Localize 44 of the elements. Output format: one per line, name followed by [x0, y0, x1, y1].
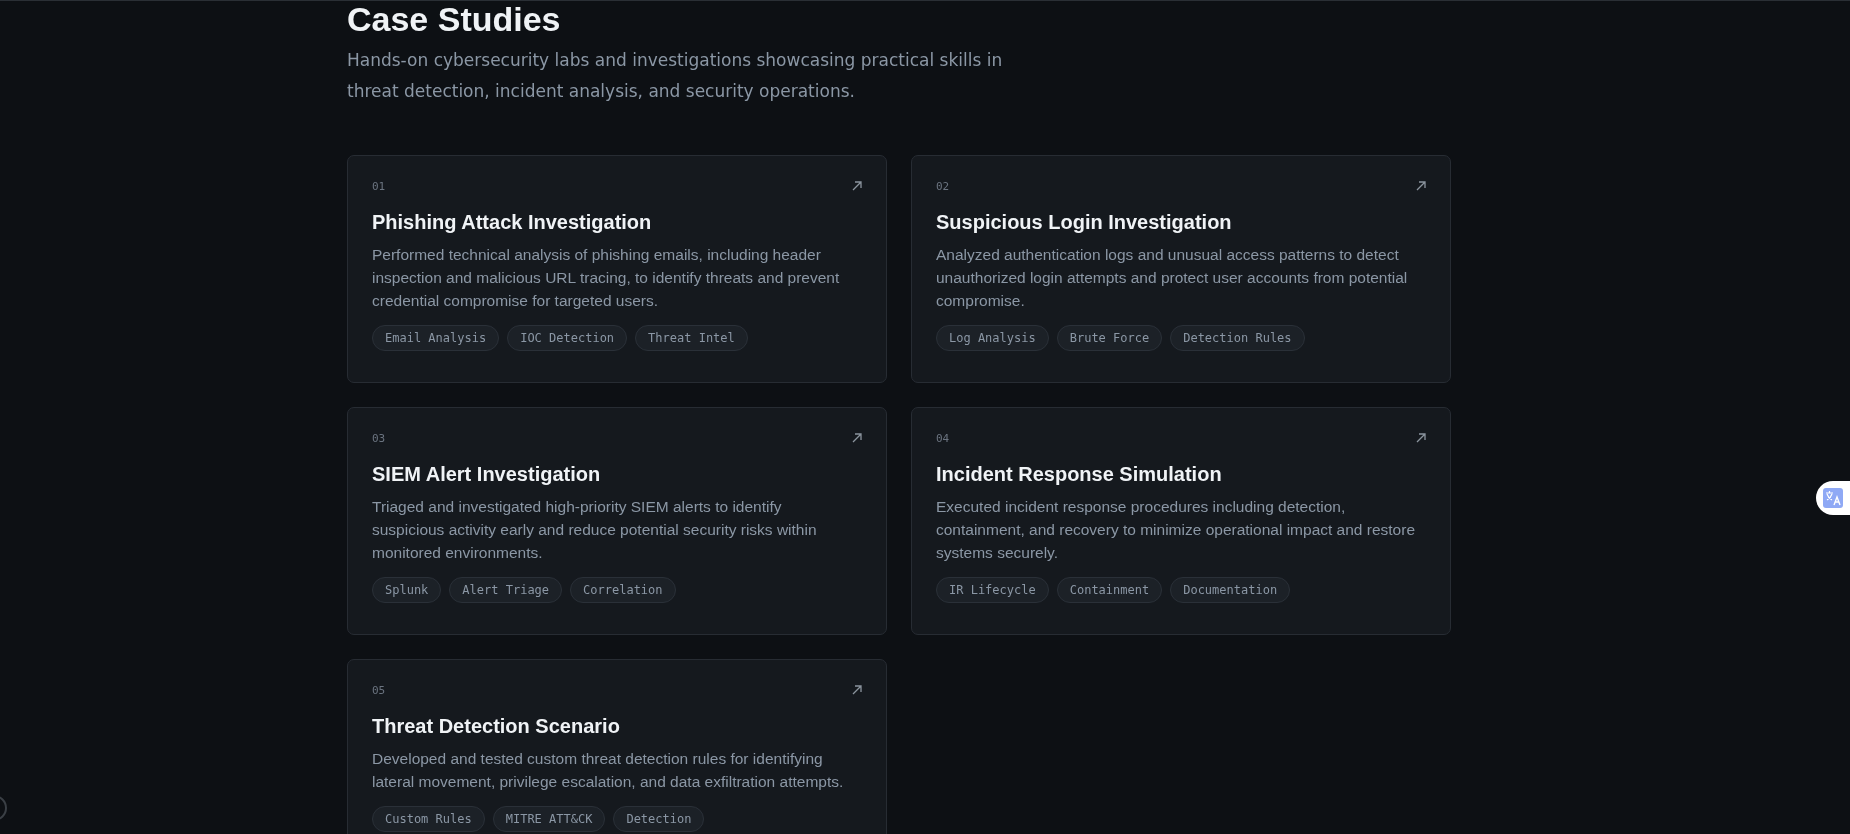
card-description: Developed and tested custom threat detection rules for identifying lateral movement, privilege escalation, and data exfiltration attempts.	[372, 749, 845, 792]
card-description: Executed incident response procedures including detection, containment, and recovery to minimize operational impact and restore systems securely.	[936, 497, 1416, 563]
tag: Custom Rules	[372, 806, 485, 832]
arrow-up-right-icon[interactable]	[852, 433, 862, 443]
card-description: Triaged and investigated high-priority SIEM alerts to identify suspicious activity early and reduce potential security risks within monitored environments.	[372, 497, 818, 563]
case-study-card[interactable]	[911, 407, 1451, 635]
card-number: 03	[372, 431, 386, 445]
card-number: 05	[372, 683, 386, 697]
tag: Correlation	[570, 577, 676, 603]
card-number: 01	[372, 179, 386, 193]
card-title: Phishing Attack Investigation	[372, 210, 653, 234]
card-number: 02	[936, 179, 950, 193]
card-title: Incident Response Simulation	[936, 462, 1223, 486]
section-subtitle: Hands-on cybersecurity labs and investigations showcasing practical skills in threat detection, incident analysis, and security operations.	[347, 49, 1004, 103]
card-title: Suspicious Login Investigation	[936, 210, 1233, 234]
tag: Threat Intel	[635, 325, 748, 351]
tag: Alert Triage	[449, 577, 563, 603]
arrow-up-right-icon[interactable]	[852, 181, 862, 191]
tag: IR Lifecycle	[936, 577, 1049, 603]
tag: Detection Rules	[1170, 325, 1305, 351]
card-title: SIEM Alert Investigation	[372, 462, 602, 486]
card-number: 04	[936, 431, 950, 445]
translate-icon	[1823, 488, 1843, 508]
tag: Email Analysis	[372, 325, 500, 351]
tag: IOC Detection	[507, 325, 628, 351]
card-title: Threat Detection Scenario	[372, 714, 621, 738]
tag: Containment	[1056, 577, 1163, 603]
card-description: Analyzed authentication logs and unusual access patterns to detect unauthorized login attempts and protect user accounts from potential compromise.	[936, 245, 1409, 311]
case-study-card[interactable]	[911, 155, 1451, 383]
case-study-card[interactable]	[347, 155, 887, 383]
arrow-up-right-icon[interactable]	[1416, 181, 1426, 191]
tag: Brute Force	[1056, 325, 1163, 351]
arrow-up-right-icon[interactable]	[1416, 433, 1426, 443]
section-title: Case Studies	[347, 1, 562, 37]
card-description: Performed technical analysis of phishing emails, including header inspection and malicious URL tracing, to identify threats and prevent credential compromise for targeted users.	[372, 245, 841, 311]
tag: Splunk	[372, 577, 442, 603]
case-study-card[interactable]	[347, 407, 887, 635]
arrow-up-right-icon[interactable]	[852, 685, 862, 695]
case-study-card[interactable]	[347, 659, 887, 834]
tag: MITRE ATT&CK	[492, 806, 606, 832]
tag: Documentation	[1170, 577, 1291, 603]
translate-button[interactable]	[1816, 481, 1850, 515]
tag: Detection	[613, 806, 705, 832]
tag: Log Analysis	[936, 325, 1049, 351]
